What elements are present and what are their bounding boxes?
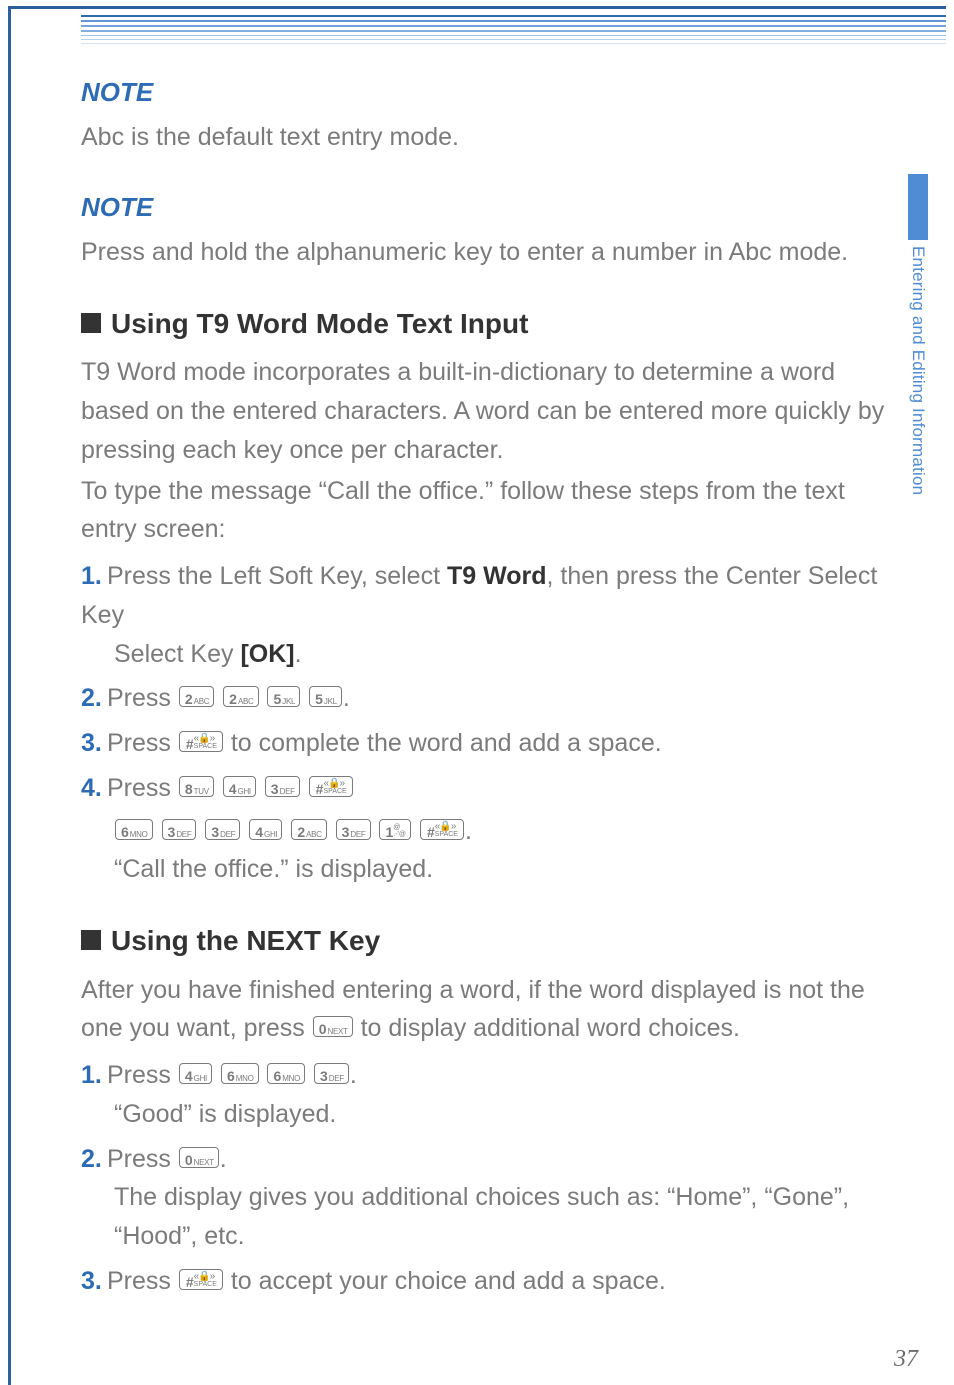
step-text: Press [107,774,178,802]
step-number: 2. [81,1140,107,1179]
key-hash-space-icon: #«🔒»SPACE [309,776,353,797]
key-3def-icon: 3DEF [314,1063,349,1084]
step-text: . [220,1145,227,1173]
note-body: Press and hold the alphanumeric key to e… [81,233,906,272]
key-4ghi-icon: 4GHI [249,819,282,840]
side-tab: Entering and Editing Information [908,174,928,566]
key-6mno-icon: 6MNO [115,819,153,840]
key-hash-space-icon: #«🔒»SPACE [179,1269,223,1290]
intro-paragraph: To type the message “Call the office.” f… [81,472,906,550]
key-hash-space-icon: #«🔒»SPACE [420,819,464,840]
key-3def-icon: 3DEF [205,819,240,840]
step-result: “Good” is displayed. [114,1095,906,1134]
note-block-1: NOTE Abc is the default text entry mode. [81,72,906,157]
step-item: 3.Press #«🔒»SPACE to accept your choice … [81,1262,906,1301]
key-4ghi-icon: 4GHI [179,1063,212,1084]
key-3def-icon: 3DEF [162,819,197,840]
key-6mno-icon: 6MNO [221,1063,259,1084]
key-0next-icon: 0NEXT [179,1147,219,1168]
note-title: NOTE [81,72,906,112]
key-8tuv-icon: 8TUV [179,776,214,797]
step-number: 3. [81,1262,107,1301]
step-item: 1.Press the Left Soft Key, select T9 Wor… [81,557,906,673]
key-3def-icon: 3DEF [265,776,300,797]
step-item: 2.Press 0NEXT. The display gives you add… [81,1140,906,1256]
step-text: Press [107,729,178,757]
step-text: Press the Left Soft Key, select [107,562,447,590]
key-0next-icon: 0NEXT [313,1016,353,1037]
key-5jkl-icon: 5JKL [309,686,342,707]
note-block-2: NOTE Press and hold the alphanumeric key… [81,187,906,272]
note-body: Abc is the default text entry mode. [81,118,906,157]
step-item: 2.Press 2ABC 2ABC 5JKL 5JKL. [81,679,906,718]
square-bullet-icon [81,313,101,333]
note-title: NOTE [81,187,906,227]
key-hash-space-icon: #«🔒»SPACE [179,731,223,752]
step-item: 4.Press 8TUV 4GHI 3DEF #«🔒»SPACE 6MNO 3D… [81,769,906,889]
step-number: 3. [81,724,107,763]
step-text: Press [107,1267,178,1295]
step-text: Press [107,684,178,712]
square-bullet-icon [81,930,101,950]
section-heading-t9: Using T9 Word Mode Text Input [81,302,906,345]
step-number: 1. [81,557,107,596]
step-number: 2. [81,679,107,718]
side-tab-label: Entering and Editing Information [908,246,928,566]
step-text: Press [107,1145,178,1173]
key-6mno-icon: 6MNO [267,1063,305,1084]
step-text-bold: T9 Word [447,562,547,590]
section-heading-text: Using the NEXT Key [111,925,380,956]
intro-paragraph: After you have finished entering a word,… [81,971,906,1049]
key-5jkl-icon: 5JKL [267,686,300,707]
step-text: to complete the word and add a space. [231,729,662,757]
key-3def-icon: 3DEF [336,819,371,840]
step-result: “Call the office.” is displayed. [114,850,906,889]
step-item: 1.Press 4GHI 6MNO 6MNO 3DEF. “Good” is d… [81,1056,906,1134]
key-2abc-icon: 2ABC [179,686,214,707]
header-banding [11,15,946,44]
key-4ghi-icon: 4GHI [223,776,256,797]
step-text: Select Key [114,640,240,668]
page-number: 37 [894,1346,918,1373]
step-item: 3.Press #«🔒»SPACE to complete the word a… [81,724,906,763]
step-text: . [350,1061,357,1089]
intro-paragraph: T9 Word mode incorporates a built-in-dic… [81,353,906,469]
step-text: . [465,817,472,845]
key-1-icon: 1@.-'@ [379,819,411,840]
step-text: . [295,640,302,668]
step-text: . [343,684,350,712]
section-heading-next: Using the NEXT Key [81,919,906,962]
step-result: The display gives you additional choices… [114,1178,906,1256]
step-text-bold: [OK] [240,640,294,668]
step-text: Press [107,1061,178,1089]
step-text: to accept your choice and add a space. [231,1267,666,1295]
side-tab-accent [908,174,928,240]
key-2abc-icon: 2ABC [223,686,258,707]
step-number: 1. [81,1056,107,1095]
step-number: 4. [81,769,107,808]
section-heading-text: Using T9 Word Mode Text Input [111,308,528,339]
paragraph-text: to display additional word choices. [361,1014,740,1042]
key-2abc-icon: 2ABC [291,819,326,840]
